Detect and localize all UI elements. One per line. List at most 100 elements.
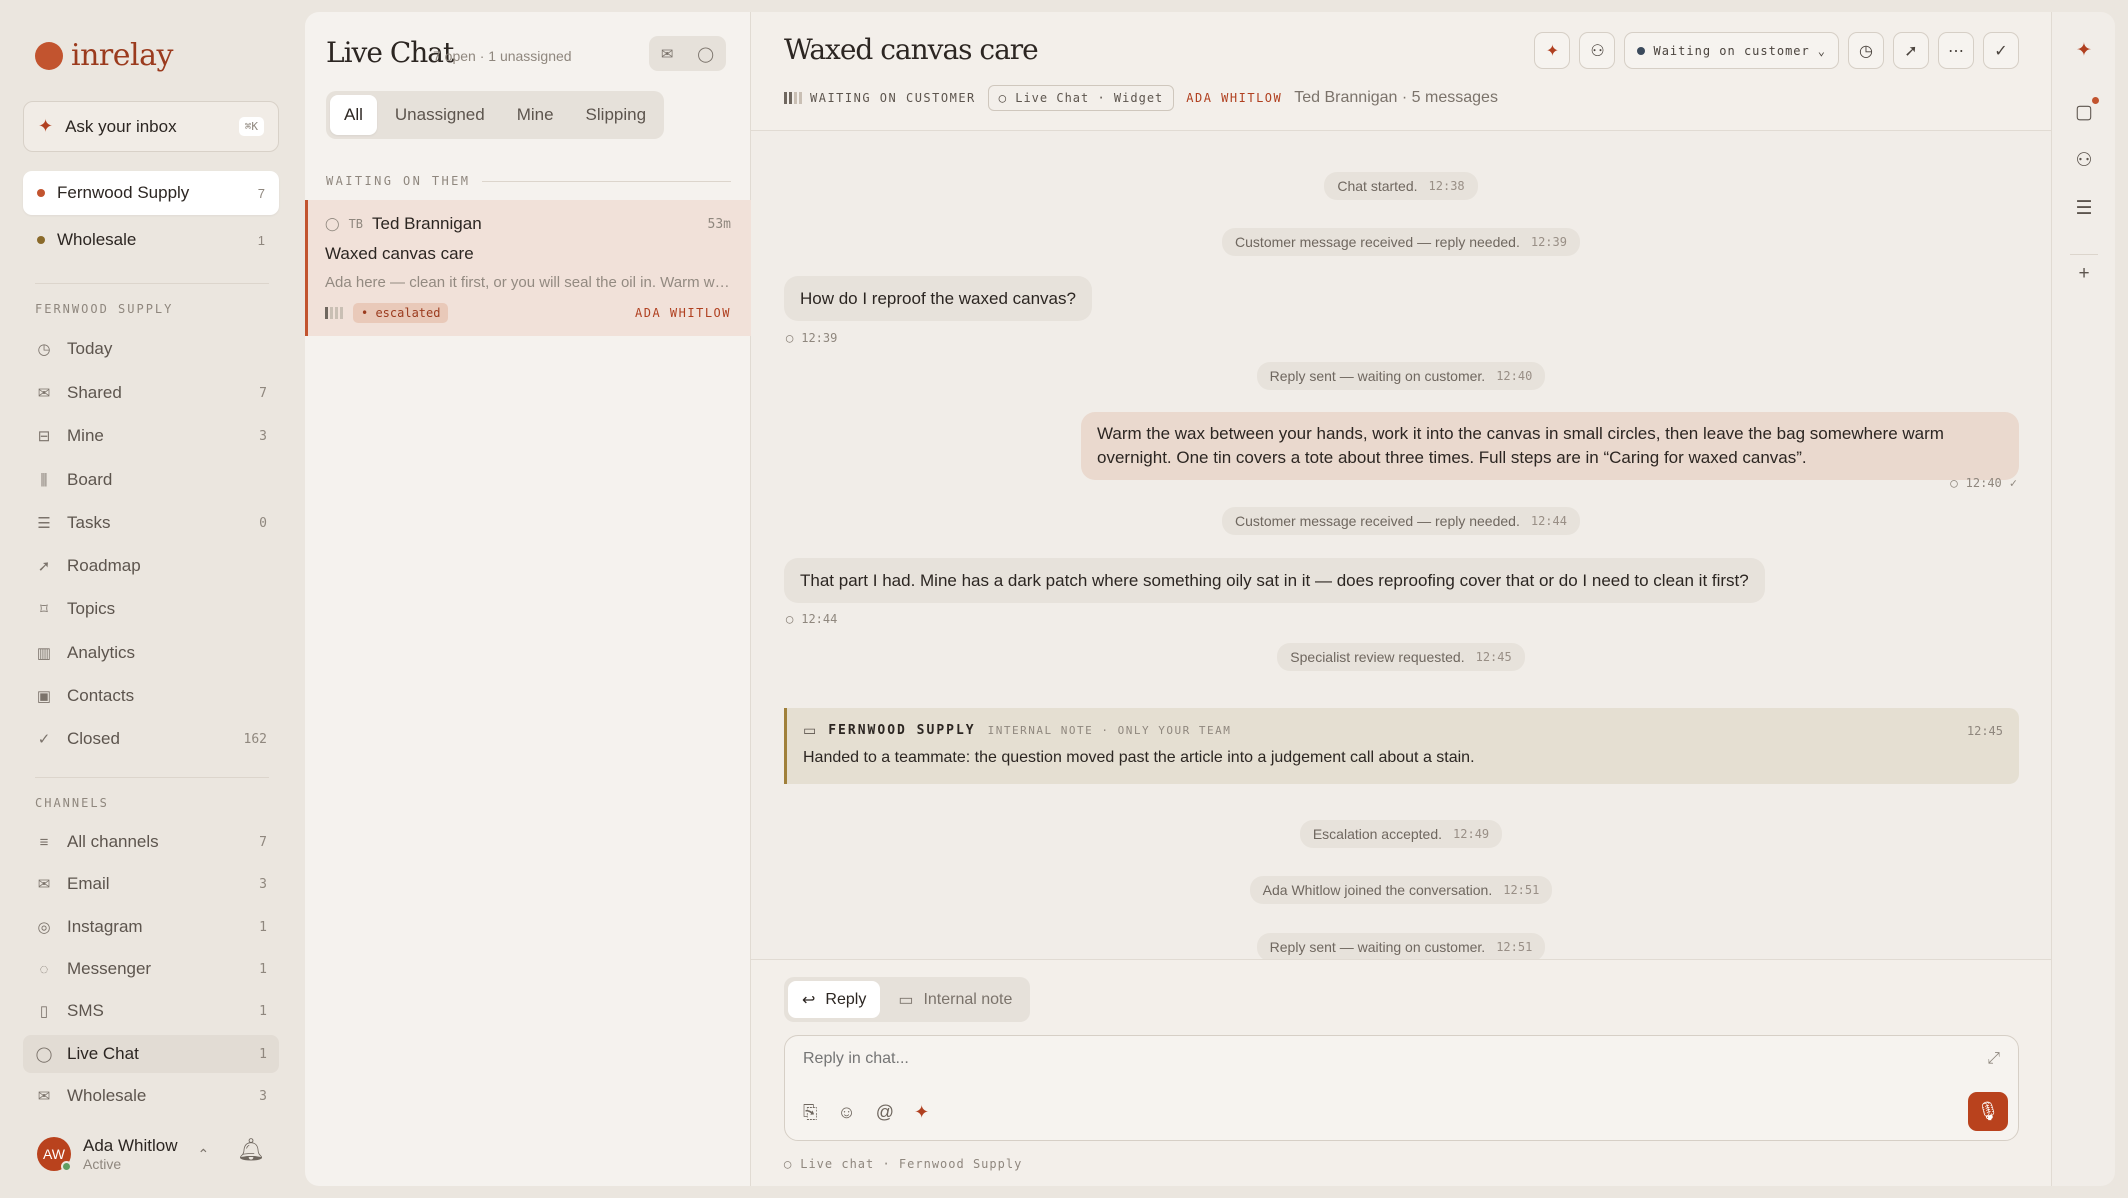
contacts-icon: ▣ bbox=[36, 688, 52, 705]
nav-item-topics[interactable]: ⌑ Topics bbox=[23, 590, 279, 628]
channel-label: Email bbox=[67, 874, 110, 893]
nav-item-shared[interactable]: ✉ Shared 7 bbox=[23, 374, 279, 412]
snooze-button[interactable]: ◷ bbox=[1848, 32, 1884, 69]
note-icon: ▭ bbox=[898, 991, 914, 1009]
brand[interactable]: inrelay bbox=[35, 38, 173, 73]
composer-area: ↩ Reply ▭ Internal note ⤢ ⎘ ☺ @ ✦ 🎙︎ ◯ L… bbox=[751, 959, 2051, 1186]
channel-item-email[interactable]: ✉ Email 3 bbox=[23, 865, 279, 903]
note-icon: ▭ bbox=[803, 722, 817, 738]
emoji-icon[interactable]: ☺ bbox=[837, 1102, 855, 1123]
ai-assistant-icon[interactable]: ✦ bbox=[2071, 37, 2097, 63]
close-conversation-button[interactable]: ✓ bbox=[1983, 32, 2019, 69]
channel-badge[interactable]: ◯ Live Chat · Widget bbox=[987, 85, 1175, 111]
message-time: 12:44 bbox=[801, 612, 838, 626]
list-icon: ≡ bbox=[39, 833, 49, 851]
workspace-fernwood-supply[interactable]: Fernwood Supply 7 bbox=[23, 171, 279, 215]
expand-icon[interactable]: ⤢ bbox=[1987, 1050, 2000, 1068]
nav-label: Topics bbox=[67, 599, 116, 618]
ask-inbox-label: Ask your inbox bbox=[65, 116, 177, 136]
nav-item-roadmap[interactable]: ➚ Roadmap bbox=[23, 547, 279, 585]
message-text: That part I had. Mine has a dark patch w… bbox=[800, 570, 1749, 590]
ask-inbox-button[interactable]: ✦ Ask your inbox ⌘K bbox=[23, 101, 279, 152]
channel-label: Messenger bbox=[67, 959, 152, 978]
mention-icon[interactable]: @ bbox=[876, 1102, 894, 1123]
nav-item-board[interactable]: ⫼ Board bbox=[23, 461, 279, 499]
message-text: How do I reproof the waxed canvas? bbox=[800, 288, 1076, 308]
right-rail: ✦ ▢ ⚇ ☰ + bbox=[2051, 12, 2115, 1186]
shortcut-badge: ⌘K bbox=[238, 117, 264, 136]
ai-assist-button[interactable]: ✦ bbox=[1534, 32, 1571, 69]
event-time: 12:38 bbox=[1428, 179, 1465, 193]
chat-icon[interactable]: ◯ bbox=[697, 45, 714, 63]
divider bbox=[35, 777, 269, 778]
workspace-wholesale[interactable]: Wholesale 1 bbox=[23, 218, 279, 262]
more-button[interactable]: ⋯ bbox=[1938, 32, 1974, 69]
channel-item-messenger[interactable]: ◌ Messenger 1 bbox=[23, 950, 279, 988]
channel-item-all[interactable]: ≡ All channels 7 bbox=[23, 823, 279, 861]
status-indicator: WAITING ON CUSTOMER bbox=[784, 91, 976, 105]
chat-icon: ◯ bbox=[1950, 476, 1958, 490]
ai-sparkle-icon[interactable]: ✦ bbox=[914, 1102, 929, 1123]
checklist-icon[interactable]: ☰ bbox=[2071, 195, 2097, 221]
assign-user-button[interactable]: ⚇ bbox=[1579, 32, 1616, 69]
workspace-name: Wholesale bbox=[57, 230, 137, 249]
rail-divider bbox=[2070, 254, 2098, 255]
channel-item-instagram[interactable]: ◎ Instagram 1 bbox=[23, 908, 279, 946]
avatar-initials: AW bbox=[42, 1146, 66, 1162]
nav-item-today[interactable]: ◷ Today bbox=[23, 330, 279, 368]
event-text: Escalation accepted. bbox=[1312, 826, 1443, 842]
nav-item-analytics[interactable]: ▥ Analytics bbox=[23, 634, 279, 672]
tab-slipping[interactable]: Slipping bbox=[572, 95, 661, 135]
nav-label: Mine bbox=[67, 426, 104, 445]
group-label-text: WAITING ON THEM bbox=[326, 174, 471, 188]
tab-reply[interactable]: ↩ Reply bbox=[788, 981, 881, 1018]
channel-item-sms[interactable]: ▯ SMS 1 bbox=[23, 992, 279, 1030]
nav-label: Tasks bbox=[67, 513, 111, 532]
roadmap-button[interactable]: ➚ bbox=[1893, 32, 1929, 69]
workspace-count: 1 bbox=[257, 232, 265, 248]
brand-name: inrelay bbox=[71, 38, 173, 73]
instagram-icon: ◎ bbox=[37, 919, 51, 936]
event-time: 12:51 bbox=[1503, 883, 1540, 897]
priority-bars-icon bbox=[784, 92, 802, 104]
reply-input[interactable] bbox=[803, 1050, 1953, 1068]
list-tabs: All Unassigned Mine Slipping bbox=[326, 91, 665, 139]
event-time: 12:39 bbox=[1530, 235, 1567, 249]
contact-profile-icon[interactable]: ⚇ bbox=[2071, 147, 2097, 173]
mail-icon[interactable]: ✉ bbox=[661, 45, 674, 63]
status-dropdown-label: Waiting on customer bbox=[1653, 43, 1810, 58]
tab-internal-note[interactable]: ▭ Internal note bbox=[884, 981, 1026, 1018]
nav-item-mine[interactable]: ⊟ Mine 3 bbox=[23, 417, 279, 455]
voice-record-button[interactable]: 🎙︎ bbox=[1968, 1092, 2008, 1131]
nav-item-tasks[interactable]: ☰ Tasks 0 bbox=[23, 504, 279, 542]
mail-icon: ✉ bbox=[37, 1088, 51, 1105]
conversation-list-item[interactable]: ◯ TB Ted Brannigan 53m Waxed canvas care… bbox=[305, 200, 751, 336]
nav-count: 7 bbox=[259, 385, 267, 401]
orders-bag-icon[interactable]: ▢ bbox=[2071, 97, 2099, 125]
add-icon[interactable]: + bbox=[2071, 261, 2097, 287]
tab-all[interactable]: All bbox=[330, 95, 377, 135]
conversation-preview: Ada here — clean it first, or you will s… bbox=[325, 274, 731, 291]
conversation-header: Waxed canvas care WAITING ON CUSTOMER ◯ … bbox=[751, 12, 2051, 131]
contact-initials: TB bbox=[348, 217, 364, 231]
system-event: Customer message received — reply needed… bbox=[751, 228, 2051, 256]
channel-item-wholesale[interactable]: ✉ Wholesale 3 bbox=[23, 1077, 279, 1115]
system-event: Customer message received — reply needed… bbox=[751, 507, 2051, 535]
chat-icon: ◯ bbox=[325, 216, 340, 231]
status-dropdown[interactable]: Waiting on customer ⌄ bbox=[1624, 32, 1839, 69]
conversation-title: Waxed canvas care bbox=[784, 33, 1039, 66]
tab-unassigned[interactable]: Unassigned bbox=[381, 95, 499, 135]
nav-item-closed[interactable]: ✓ Closed 162 bbox=[23, 720, 279, 758]
phone-icon: ▯ bbox=[39, 1003, 49, 1020]
conversation-list-panel: Live Chat 7 open · 1 unassigned ✉ ◯ All … bbox=[305, 12, 751, 1186]
nav-item-contacts[interactable]: ▣ Contacts bbox=[23, 677, 279, 715]
channel-item-live-chat[interactable]: ◯ Live Chat 1 bbox=[23, 1035, 279, 1073]
tab-mine[interactable]: Mine bbox=[503, 95, 568, 135]
event-time: 12:44 bbox=[1530, 514, 1567, 528]
bell-icon[interactable]: 🔔︎ bbox=[237, 1137, 265, 1163]
chevron-up-icon: ⌃ bbox=[197, 1145, 210, 1162]
chat-icon: ◯ bbox=[786, 612, 794, 626]
attachment-icon[interactable]: ⎘ bbox=[803, 1102, 817, 1123]
event-time: 12:49 bbox=[1453, 827, 1490, 841]
conversation-assignee[interactable]: ADA WHITLOW bbox=[1186, 91, 1282, 105]
